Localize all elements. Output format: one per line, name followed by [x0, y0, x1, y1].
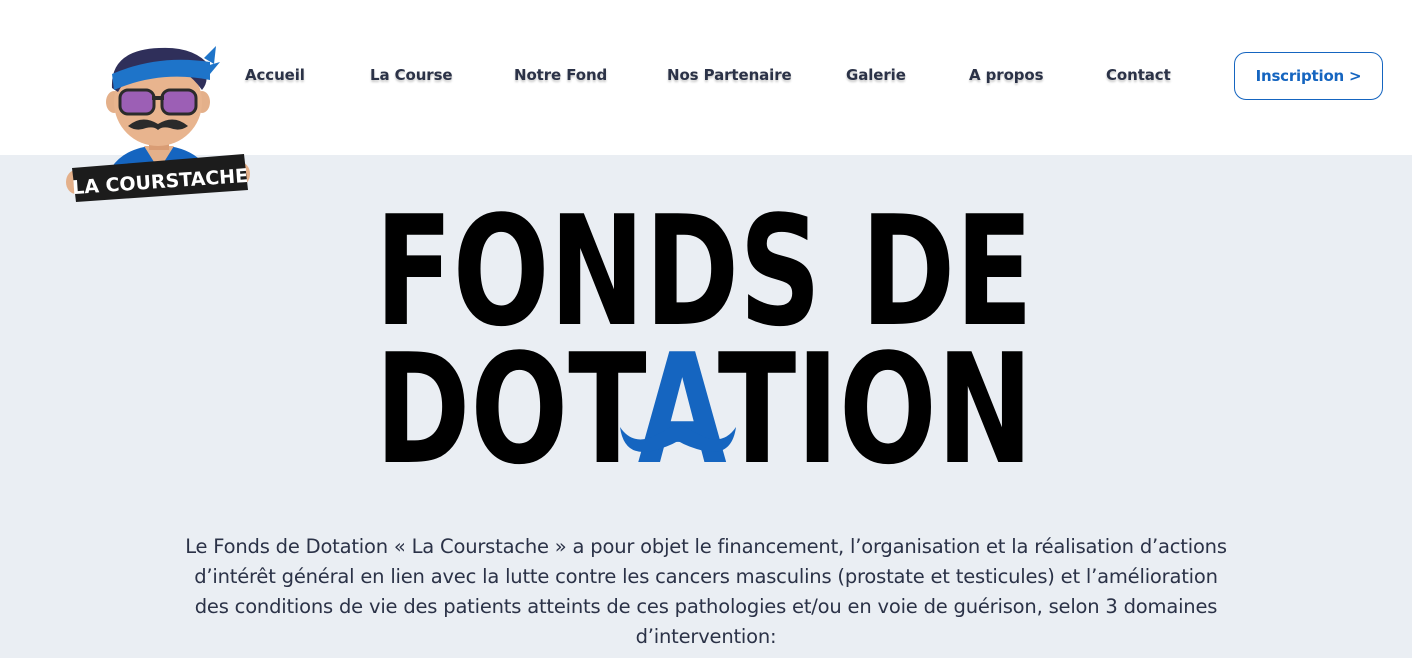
site-logo[interactable]: LA COURSTACHE	[64, 40, 254, 206]
hero-title: FONDS DE DOTATION	[370, 183, 1050, 498]
title-part-after: TION	[718, 321, 1033, 475]
nav-link-contact[interactable]: Contact	[1106, 66, 1171, 84]
mascot-logo-icon: LA COURSTACHE	[66, 46, 250, 202]
nav-link-galerie[interactable]: Galerie	[846, 66, 906, 84]
hero-description: Le Fonds de Dotation « La Courstache » a…	[185, 534, 1227, 648]
title-part-before: DOT	[375, 321, 646, 475]
inscription-button[interactable]: Inscription >	[1234, 52, 1383, 100]
nav-link-a-propos[interactable]: A propos	[969, 66, 1044, 84]
nav-link-notre-fond[interactable]: Notre Fond	[514, 66, 607, 84]
hero-title-line2: DOTATION	[375, 321, 1033, 475]
nav-link-la-course[interactable]: La Course	[370, 66, 453, 84]
nav-link-nos-partenaire[interactable]: Nos Partenaire	[667, 66, 792, 84]
